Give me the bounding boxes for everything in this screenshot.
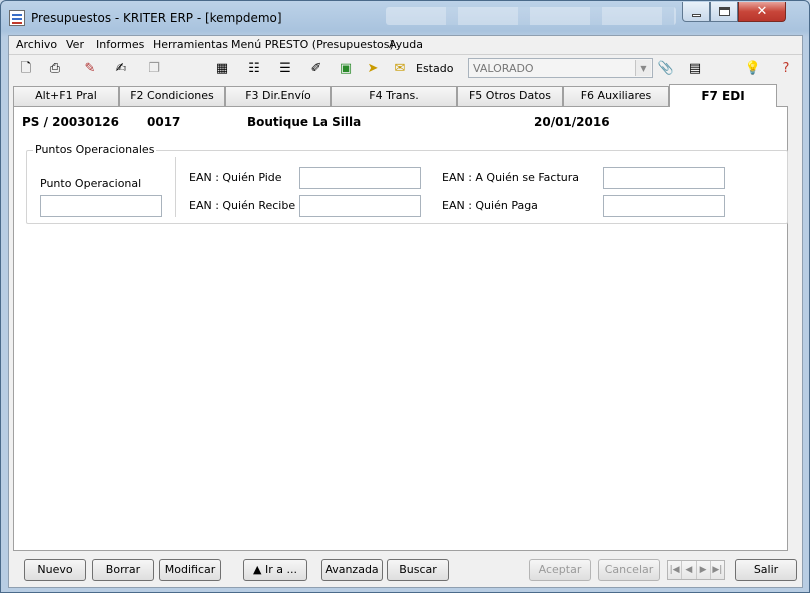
tab-strip: Alt+F1 Pral F2 Condiciones F3 Dir.Envío … (13, 84, 798, 107)
close-button[interactable]: ✕ (738, 2, 786, 22)
tab-otros-datos[interactable]: F5 Otros Datos (457, 86, 563, 106)
ean-recibe-label: EAN : Quién Recibe (189, 199, 296, 212)
chevron-down-icon[interactable]: ▼ (635, 60, 651, 76)
tools-icon[interactable]: ✎ (81, 59, 99, 77)
title-bar[interactable]: Presupuestos - KRITER ERP - [kempdemo] ✕ (1, 1, 809, 35)
document-reference: PS / 20030126 (22, 115, 119, 129)
print-preview-icon[interactable]: 🗋 (17, 59, 35, 77)
last-record-icon[interactable]: ▶| (711, 561, 724, 579)
client-name: Boutique La Silla (247, 115, 362, 129)
client-code: 0017 (147, 115, 181, 129)
puntos-operacionales-group: Puntos Operacionales Punto Operacional E… (26, 143, 788, 224)
note-edit-icon[interactable]: ✐ (307, 59, 325, 77)
avanzada-button[interactable]: Avanzada (321, 559, 383, 581)
app-icon[interactable] (9, 10, 25, 26)
first-record-icon[interactable]: |◀ (668, 561, 683, 579)
maximize-icon (718, 7, 730, 16)
record-navigator: |◀ ◀ ▶ ▶| (667, 560, 725, 580)
window-title: Presupuestos - KRITER ERP - [kempdemo] (31, 11, 282, 25)
menu-ayuda[interactable]: Ayuda (386, 38, 426, 51)
menu-archivo[interactable]: Archivo (13, 38, 60, 51)
message-icon[interactable]: ✉ (391, 59, 409, 77)
modificar-button[interactable]: Modificar (159, 559, 221, 581)
ean-factura-label: EAN : A Quién se Factura (442, 171, 579, 184)
attachment-icon[interactable]: 📎 (657, 59, 675, 77)
ean-paga-label: EAN : Quién Paga (442, 199, 538, 212)
ean-paga-input[interactable] (603, 195, 725, 217)
aceptar-button[interactable]: Aceptar (529, 559, 591, 581)
estado-value: VALORADO (473, 62, 534, 75)
menu-herramientas[interactable]: Herramientas (150, 38, 231, 51)
export-icon[interactable]: ➤ (364, 59, 382, 77)
nuevo-button[interactable]: Nuevo (24, 559, 86, 581)
menu-ver[interactable]: Ver (63, 38, 87, 51)
tab-edi[interactable]: F7 EDI (669, 84, 777, 107)
client-area: Archivo Ver Informes Herramientas Menú P… (8, 35, 803, 588)
ir-a-button[interactable]: ▲ Ir a ... (243, 559, 307, 581)
punto-operacional-input[interactable] (40, 195, 162, 217)
close-icon: ✕ (756, 4, 768, 19)
tab-transporte[interactable]: F4 Trans. (331, 86, 457, 106)
minimize-icon (691, 13, 701, 17)
edi-panel: PS / 20030126 0017 Boutique La Silla 20/… (13, 106, 788, 551)
next-record-icon[interactable]: ▶ (697, 561, 711, 579)
document-date: 20/01/2016 (534, 115, 610, 129)
ean-pide-label: EAN : Quién Pide (189, 171, 282, 184)
maximize-button[interactable] (710, 2, 738, 22)
group-divider (175, 157, 176, 217)
calculator-icon[interactable]: ▦ (213, 59, 231, 77)
cancelar-button[interactable]: Cancelar (598, 559, 660, 581)
group-legend: Puntos Operacionales (33, 143, 157, 156)
ean-factura-input[interactable] (603, 167, 725, 189)
tab-auxiliares[interactable]: F6 Auxiliares (563, 86, 669, 106)
image-document-icon[interactable]: ▣ (337, 59, 355, 77)
minimize-button[interactable] (682, 2, 710, 22)
ean-pide-input[interactable] (299, 167, 421, 189)
tab-direccion-envio[interactable]: F3 Dir.Envío (225, 86, 331, 106)
app-window: Presupuestos - KRITER ERP - [kempdemo] ✕… (0, 0, 810, 593)
salir-button[interactable]: Salir (735, 559, 797, 581)
edit-document-icon[interactable]: ✍ (112, 59, 130, 77)
printer-icon[interactable]: ⎙ (46, 59, 64, 77)
help-icon[interactable]: ? (777, 59, 795, 77)
prev-record-icon[interactable]: ◀ (682, 561, 697, 579)
tab-condiciones[interactable]: F2 Condiciones (119, 86, 225, 106)
list-icon[interactable]: ☰ (276, 59, 294, 77)
tree-structure-icon[interactable]: ☷ (245, 59, 263, 77)
copy-document-icon[interactable]: ❐ (145, 59, 163, 77)
toolbar: 🗋 ⎙ ✎ ✍ ❐ ▦ ☷ ☰ ✐ ▣ ➤ ✉ Estado VALORADO … (9, 54, 802, 82)
menu-informes[interactable]: Informes (93, 38, 147, 51)
tab-principal[interactable]: Alt+F1 Pral (13, 86, 119, 106)
estado-label: Estado (416, 62, 454, 75)
ean-recibe-input[interactable] (299, 195, 421, 217)
columns-icon[interactable]: ▤ (686, 59, 704, 77)
menu-bar: Archivo Ver Informes Herramientas Menú P… (9, 36, 802, 54)
punto-operacional-label: Punto Operacional (40, 177, 142, 190)
background-taskbar-tabs (386, 7, 676, 25)
lightbulb-icon[interactable]: 💡 (744, 59, 762, 77)
borrar-button[interactable]: Borrar (92, 559, 154, 581)
action-bar: Nuevo Borrar Modificar ▲ Ir a ... Avanza… (9, 552, 802, 588)
menu-presto[interactable]: Menú PRESTO (Presupuestos) (228, 38, 397, 51)
estado-select[interactable]: VALORADO ▼ (468, 58, 653, 78)
buscar-button[interactable]: Buscar (387, 559, 449, 581)
